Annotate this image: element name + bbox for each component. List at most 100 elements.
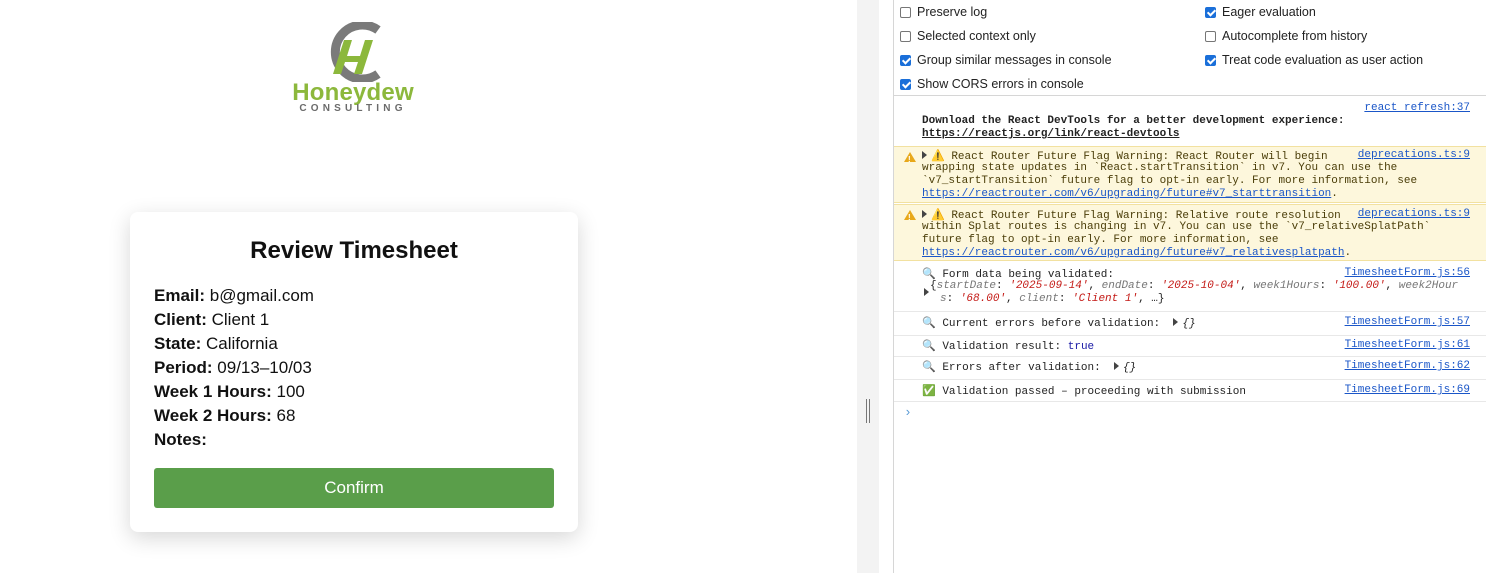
object-preview[interactable]: {startDate: '2025-09-14', endDate: '2025… — [924, 280, 1458, 296]
warning-emoji-icon: ⚠️ — [931, 149, 945, 162]
devtools-left-margin — [879, 0, 894, 573]
console-prompt-icon[interactable]: › — [904, 405, 912, 420]
magnifier-emoji-icon: 🔍 — [922, 339, 936, 352]
field-week1-hours: Week 1 Hours: 100 — [154, 381, 305, 403]
console-log-current-errors: TimesheetForm.js:57 🔍 Current errors bef… — [894, 312, 1486, 336]
setting-selected-context-only[interactable]: Selected context only — [900, 28, 1036, 44]
magnifier-emoji-icon: 🔍 — [922, 316, 936, 329]
setting-label: Selected context only — [917, 29, 1036, 43]
field-label: Week 2 Hours: — [154, 406, 272, 425]
checkbox-icon[interactable] — [1205, 31, 1216, 42]
setting-label: Autocomplete from history — [1222, 29, 1368, 43]
logo-subtitle: CONSULTING — [299, 103, 407, 114]
log-line: 🔍 Validation result: true — [922, 339, 1094, 354]
checkbox-checked-icon[interactable] — [1205, 7, 1216, 18]
warning-period: . — [1344, 247, 1352, 259]
boolean-value: true — [1067, 341, 1095, 353]
empty-object[interactable]: {} — [1182, 318, 1195, 330]
warning-line: within Splat routes is changing in v7. Y… — [922, 221, 1431, 233]
app-pane: Honeydew CONSULTING Review Timesheet Ema… — [0, 0, 857, 573]
checkbox-icon[interactable] — [900, 7, 911, 18]
relative-splat-path-link[interactable]: https://reactrouter.com/v6/upgrading/fut… — [922, 247, 1344, 259]
check-mark-emoji-icon: ✅ — [922, 384, 936, 397]
react-devtools-link[interactable]: https://reactjs.org/link/react-devtools — [922, 128, 1179, 141]
expand-arrow-icon[interactable] — [922, 210, 927, 218]
message-source-link[interactable]: TimesheetForm.js:69 — [1345, 384, 1470, 397]
magnifier-emoji-icon: 🔍 — [922, 360, 936, 373]
field-value: 100 — [276, 382, 305, 401]
field-value: 09/13–10/03 — [217, 358, 312, 377]
field-label: Notes: — [154, 430, 207, 449]
expand-arrow-icon[interactable] — [922, 151, 927, 159]
console-message-devtools: react refresh:37 Download the React DevT… — [894, 101, 1486, 146]
console-log-validation-result: TimesheetForm.js:61 🔍 Validation result:… — [894, 336, 1486, 357]
setting-autocomplete-history[interactable]: Autocomplete from history — [1205, 28, 1367, 44]
field-email: Email: b@gmail.com — [154, 285, 314, 307]
field-value: Client 1 — [211, 310, 270, 329]
warning-line: future flag to opt-in early. For more in… — [922, 234, 1279, 246]
message-text: Download the React DevTools for a better… — [922, 115, 1345, 127]
setting-group-similar[interactable]: Group similar messages in console — [900, 52, 1112, 68]
message-source-link[interactable]: TimesheetForm.js:61 — [1345, 339, 1470, 352]
setting-label: Eager evaluation — [1222, 5, 1316, 19]
field-week2-hours: Week 2 Hours: 68 — [154, 405, 295, 427]
console-warning-relative-splat-path: deprecations.ts:9 ⚠️ React Router Future… — [894, 204, 1486, 261]
expand-arrow-icon[interactable] — [1173, 318, 1179, 326]
devtools-console: Preserve log Eager evaluation Selected c… — [894, 0, 1486, 573]
logo-mark-icon — [330, 20, 381, 84]
log-line: 🔍 Errors after validation: {} — [922, 360, 1136, 375]
field-label: State: — [154, 334, 202, 353]
expand-arrow-icon[interactable] — [924, 288, 929, 296]
setting-treat-code-evaluation[interactable]: Treat code evaluation as user action — [1205, 52, 1423, 68]
setting-label: Group similar messages in console — [917, 53, 1112, 67]
field-value: California — [205, 334, 278, 353]
checkbox-icon[interactable] — [900, 31, 911, 42]
log-line: 🔍 Current errors before validation: {} — [922, 316, 1196, 331]
message-source-link[interactable]: react refresh:37 — [1364, 102, 1470, 115]
field-notes: Notes: — [154, 429, 207, 451]
field-state: State: California — [154, 333, 278, 355]
console-log-form-data: TimesheetForm.js:56 🔍 Form data being va… — [894, 262, 1486, 312]
field-period: Period: 09/13–10/03 — [154, 357, 312, 379]
field-label: Email: — [154, 286, 206, 305]
warning-line: `v7_startTransition` future flag to opt-… — [922, 175, 1418, 187]
setting-eager-evaluation[interactable]: Eager evaluation — [1205, 4, 1316, 20]
message-source-link[interactable]: TimesheetForm.js:56 — [1345, 267, 1470, 280]
setting-label: Treat code evaluation as user action — [1222, 53, 1424, 67]
checkbox-checked-icon[interactable] — [900, 79, 911, 90]
settings-divider — [894, 95, 1486, 96]
checkbox-checked-icon[interactable] — [1205, 55, 1216, 66]
warning-period: . — [1331, 188, 1338, 200]
console-warning-start-transition: deprecations.ts:9 ⚠️ React Router Future… — [894, 146, 1486, 203]
message-source-link[interactable]: deprecations.ts:9 — [1358, 208, 1470, 221]
checkbox-checked-icon[interactable] — [900, 55, 911, 66]
honeydew-logo: Honeydew CONSULTING — [292, 20, 418, 114]
log-text: Validation passed – proceeding with subm… — [942, 386, 1246, 398]
warning-emoji-icon: ⚠️ — [931, 208, 945, 221]
setting-preserve-log[interactable]: Preserve log — [900, 4, 987, 20]
message-source-link[interactable]: TimesheetForm.js:57 — [1345, 316, 1470, 329]
setting-label: Show CORS errors in console — [917, 77, 1084, 91]
field-client: Client: Client 1 — [154, 309, 269, 331]
warning-line: https://reactrouter.com/v6/upgrading/fut… — [922, 188, 1338, 201]
warning-line: https://reactrouter.com/v6/upgrading/fut… — [922, 247, 1351, 260]
object-preview-cont: s: '68.00', client: 'Client 1', …} — [940, 293, 1165, 305]
field-label: Client: — [154, 310, 207, 329]
setting-show-cors-errors[interactable]: Show CORS errors in console — [900, 76, 1084, 92]
start-transition-link[interactable]: https://reactrouter.com/v6/upgrading/fut… — [922, 188, 1331, 200]
magnifier-emoji-icon: 🔍 — [922, 267, 936, 280]
pane-splitter[interactable] — [857, 0, 879, 573]
splitter-grip-icon[interactable] — [866, 399, 870, 423]
field-value: 68 — [276, 406, 296, 425]
field-label: Week 1 Hours: — [154, 382, 272, 401]
warning-icon — [904, 210, 916, 224]
message-source-link[interactable]: deprecations.ts:9 — [1358, 149, 1470, 162]
message-source-link[interactable]: TimesheetForm.js:62 — [1345, 360, 1470, 373]
log-text: Errors after validation: — [942, 362, 1101, 374]
confirm-button[interactable]: Confirm — [154, 468, 554, 508]
warning-line: wrapping state updates in `React.startTr… — [922, 162, 1398, 174]
console-log-validation-passed: TimesheetForm.js:69 ✅ Validation passed … — [894, 380, 1486, 402]
field-value: b@gmail.com — [209, 286, 314, 305]
empty-object[interactable]: {} — [1123, 362, 1136, 374]
expand-arrow-icon[interactable] — [1113, 362, 1119, 370]
